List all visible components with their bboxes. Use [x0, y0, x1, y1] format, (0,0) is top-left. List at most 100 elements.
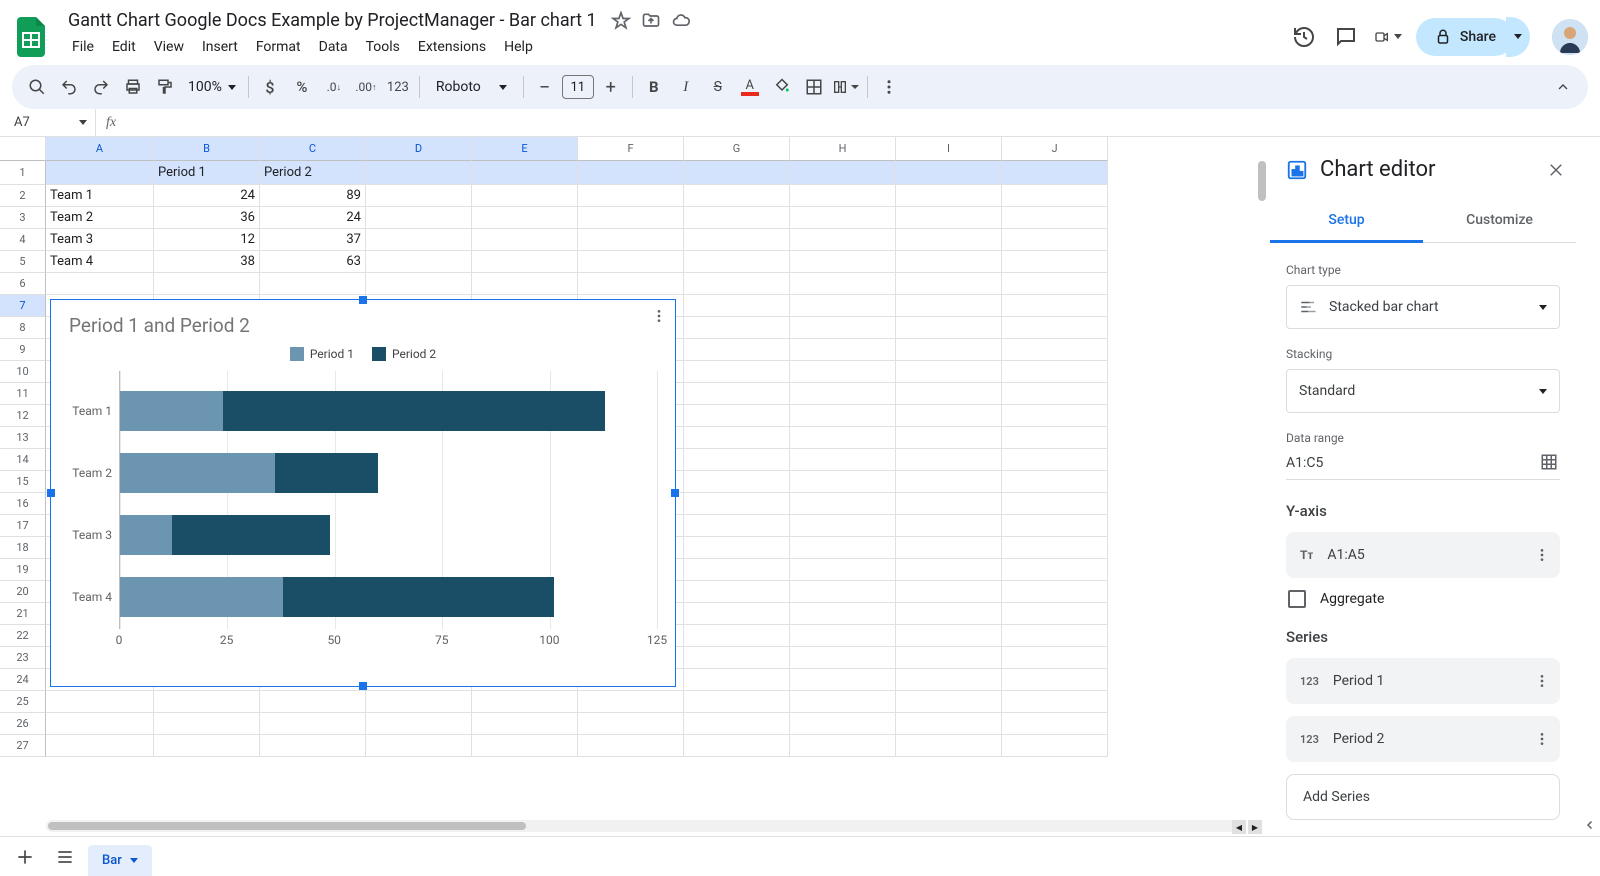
cell-J4[interactable] — [1002, 229, 1108, 251]
history-icon[interactable] — [1290, 23, 1318, 51]
resize-handle-s[interactable] — [359, 682, 367, 690]
cell-B2[interactable]: 24 — [154, 185, 260, 207]
cell-J25[interactable] — [1002, 691, 1108, 713]
stacking-select[interactable]: Standard — [1286, 369, 1560, 413]
data-range-input[interactable] — [1286, 455, 1540, 471]
cell-G20[interactable] — [684, 581, 790, 603]
comments-icon[interactable] — [1332, 23, 1360, 51]
chart-type-select[interactable]: Stacked bar chart — [1286, 285, 1560, 329]
cell-J7[interactable] — [1002, 295, 1108, 317]
cell-G9[interactable] — [684, 339, 790, 361]
cell-H25[interactable] — [790, 691, 896, 713]
col-header-E[interactable]: E — [472, 137, 578, 161]
cell-H7[interactable] — [790, 295, 896, 317]
cell-I11[interactable] — [896, 383, 1002, 405]
cell-H21[interactable] — [790, 603, 896, 625]
cell-E1[interactable] — [472, 161, 578, 185]
aggregate-checkbox[interactable]: Aggregate — [1288, 590, 1560, 608]
row-header-16[interactable]: 16 — [0, 493, 46, 515]
cell-G19[interactable] — [684, 559, 790, 581]
cell-A27[interactable] — [46, 735, 154, 757]
menu-help[interactable]: Help — [496, 35, 541, 59]
hscroll-thumb[interactable] — [48, 822, 526, 830]
cell-B27[interactable] — [154, 735, 260, 757]
series-chip-1[interactable]: 123Period 2 — [1286, 716, 1560, 762]
cell-F1[interactable] — [578, 161, 684, 185]
cell-G12[interactable] — [684, 405, 790, 427]
col-header-J[interactable]: J — [1002, 137, 1108, 161]
share-button[interactable]: Share — [1416, 18, 1514, 56]
cell-H12[interactable] — [790, 405, 896, 427]
cell-I9[interactable] — [896, 339, 1002, 361]
strikethrough-icon[interactable]: S — [703, 72, 733, 102]
col-header-H[interactable]: H — [790, 137, 896, 161]
row-header-14[interactable]: 14 — [0, 449, 46, 471]
cell-J16[interactable] — [1002, 493, 1108, 515]
select-all-corner[interactable] — [0, 137, 46, 161]
cell-I12[interactable] — [896, 405, 1002, 427]
cell-G18[interactable] — [684, 537, 790, 559]
row-header-18[interactable]: 18 — [0, 537, 46, 559]
add-series-button[interactable]: Add Series — [1286, 774, 1560, 820]
cell-H22[interactable] — [790, 625, 896, 647]
row-header-3[interactable]: 3 — [0, 207, 46, 229]
cell-H24[interactable] — [790, 669, 896, 691]
cell-H23[interactable] — [790, 647, 896, 669]
row-header-20[interactable]: 20 — [0, 581, 46, 603]
row-header-22[interactable]: 22 — [0, 625, 46, 647]
select-range-icon[interactable] — [1540, 453, 1560, 473]
cell-I24[interactable] — [896, 669, 1002, 691]
cell-I14[interactable] — [896, 449, 1002, 471]
vertical-scrollbar[interactable] — [1256, 161, 1268, 806]
menu-data[interactable]: Data — [311, 35, 356, 59]
cell-J17[interactable] — [1002, 515, 1108, 537]
sheet-tab-dropdown-icon[interactable] — [130, 858, 138, 863]
series-more-icon[interactable] — [1534, 673, 1550, 689]
row-header-23[interactable]: 23 — [0, 647, 46, 669]
cell-H14[interactable] — [790, 449, 896, 471]
cell-D2[interactable] — [366, 185, 472, 207]
cell-I26[interactable] — [896, 713, 1002, 735]
cell-D6[interactable] — [366, 273, 472, 295]
col-header-G[interactable]: G — [684, 137, 790, 161]
row-header-17[interactable]: 17 — [0, 515, 46, 537]
side-panel-toggle-icon[interactable] — [1584, 815, 1598, 835]
increase-decimal-icon[interactable]: .00↑ — [351, 72, 381, 102]
cell-I20[interactable] — [896, 581, 1002, 603]
cell-B25[interactable] — [154, 691, 260, 713]
cell-H2[interactable] — [790, 185, 896, 207]
font-size-decrease-icon[interactable]: − — [530, 72, 560, 102]
cell-J19[interactable] — [1002, 559, 1108, 581]
cell-F4[interactable] — [578, 229, 684, 251]
bar-segment[interactable] — [283, 577, 554, 617]
cell-H3[interactable] — [790, 207, 896, 229]
cell-J24[interactable] — [1002, 669, 1108, 691]
cell-F27[interactable] — [578, 735, 684, 757]
cell-H6[interactable] — [790, 273, 896, 295]
cell-G22[interactable] — [684, 625, 790, 647]
cell-I23[interactable] — [896, 647, 1002, 669]
cell-A1[interactable] — [46, 161, 154, 185]
vscroll-thumb[interactable] — [1258, 161, 1266, 201]
toolbar-more-icon[interactable] — [874, 72, 904, 102]
toolbar-collapse-icon[interactable] — [1548, 72, 1578, 102]
cell-J21[interactable] — [1002, 603, 1108, 625]
italic-icon[interactable]: I — [671, 72, 701, 102]
cell-C6[interactable] — [260, 273, 366, 295]
bar-segment[interactable] — [120, 515, 172, 555]
cell-H16[interactable] — [790, 493, 896, 515]
cell-H11[interactable] — [790, 383, 896, 405]
cell-I2[interactable] — [896, 185, 1002, 207]
cell-I13[interactable] — [896, 427, 1002, 449]
cell-J6[interactable] — [1002, 273, 1108, 295]
col-header-D[interactable]: D — [366, 137, 472, 161]
cell-J10[interactable] — [1002, 361, 1108, 383]
cell-B3[interactable]: 36 — [154, 207, 260, 229]
col-header-A[interactable]: A — [46, 137, 154, 161]
bold-icon[interactable]: B — [639, 72, 669, 102]
cell-I22[interactable] — [896, 625, 1002, 647]
paint-format-icon[interactable] — [150, 72, 180, 102]
cell-A3[interactable]: Team 2 — [46, 207, 154, 229]
bar-segment[interactable] — [120, 391, 223, 431]
cell-I25[interactable] — [896, 691, 1002, 713]
